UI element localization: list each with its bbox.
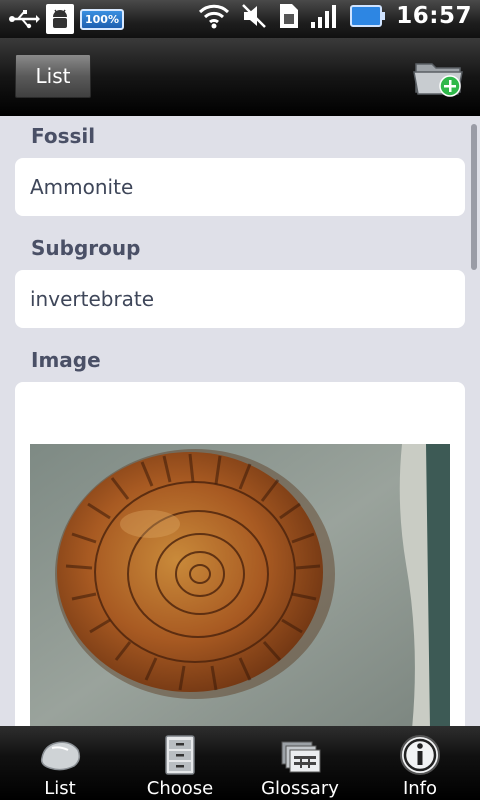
- bottom-tab-bar: List Choose Glossary Info: [0, 726, 480, 800]
- action-bar: List: [0, 38, 480, 116]
- tab-info[interactable]: Info: [360, 726, 480, 800]
- image-label: Image: [31, 348, 101, 372]
- signal-icon: [311, 5, 337, 28]
- subgroup-card: invertebrate: [15, 270, 465, 328]
- clock: 16:57: [396, 3, 472, 29]
- image-card: [15, 382, 465, 726]
- scrollbar[interactable]: [471, 124, 477, 270]
- mute-icon: [242, 4, 267, 28]
- android-debug-icon: [46, 4, 74, 34]
- tab-glossary-label: Glossary: [261, 778, 339, 799]
- status-left-icons: 100%: [8, 4, 124, 34]
- tab-choose-label: Choose: [146, 778, 214, 799]
- tab-glossary[interactable]: Glossary: [240, 726, 360, 800]
- tab-info-label: Info: [402, 778, 438, 799]
- cards-icon: [281, 741, 321, 773]
- battery-icon: [350, 5, 386, 27]
- subgroup-label: Subgroup: [31, 236, 141, 260]
- status-bar: 100% 16:57: [0, 0, 480, 38]
- tab-list[interactable]: List: [0, 726, 120, 800]
- fossil-label: Fossil: [31, 124, 96, 148]
- info-icon: [400, 735, 440, 775]
- battery-percent-badge: 100%: [80, 8, 124, 30]
- fossil-card: Ammonite: [15, 158, 465, 216]
- detail-content[interactable]: Fossil Ammonite Subgroup invertebrate Im…: [0, 116, 480, 726]
- sim-card-icon: [280, 4, 299, 28]
- tab-list-label: List: [44, 778, 76, 799]
- cabinet-icon: [165, 735, 195, 775]
- fossil-value: Ammonite: [30, 175, 134, 199]
- ammonite-fossil-image: [30, 444, 450, 726]
- wifi-icon: [199, 4, 230, 29]
- tab-choose[interactable]: Choose: [120, 726, 240, 800]
- rock-icon: [40, 741, 81, 771]
- list-button[interactable]: List: [15, 54, 91, 98]
- usb-icon: [9, 10, 40, 29]
- subgroup-value: invertebrate: [30, 287, 155, 311]
- add-folder-icon[interactable]: [412, 56, 468, 98]
- status-right-icons: 16:57: [198, 2, 472, 30]
